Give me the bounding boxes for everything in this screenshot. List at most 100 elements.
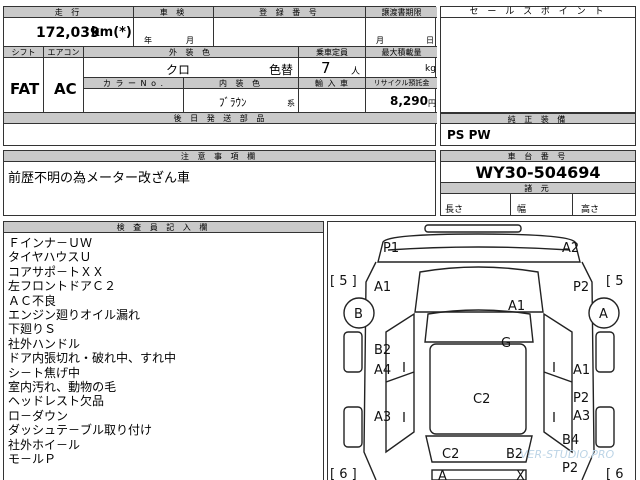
inspection-cell: 年 月 xyxy=(134,18,214,47)
import-cell xyxy=(299,89,366,113)
sales-point-header: セ ー ル ス ポ イ ン ト xyxy=(441,7,635,18)
exterior-color-value: クロ xyxy=(166,63,191,77)
car-diagram: P1 A2 A1 P2 A1 G B2 A1 A4 C2 P2 A3 A3 B4… xyxy=(330,224,623,480)
registration-header: 登 録 番 号 xyxy=(214,7,366,18)
transfer-day: 日 xyxy=(426,36,434,45)
mileage-unit: km(*) xyxy=(91,25,132,40)
inspector-line: ロ－ダウン xyxy=(8,408,69,423)
dims-width: 幅 xyxy=(517,205,527,215)
registration-cell xyxy=(214,18,366,47)
inspector-line: コアサポ－トＸＸ xyxy=(8,264,105,279)
recycle-value: 8,290 xyxy=(390,94,428,108)
diagram-mark: A3 xyxy=(573,409,590,424)
watermark: VER-STUDIO.PRO xyxy=(520,448,615,461)
inspection-header: 車 検 xyxy=(134,7,214,18)
later-parts-header: 後 日 発 送 部 品 xyxy=(4,113,437,124)
dims-height: 高さ xyxy=(581,205,600,215)
recycle-cell: 8,290 円 xyxy=(366,89,437,113)
diagram-mark: P2 xyxy=(573,391,589,406)
shift-value: FAT xyxy=(10,80,40,98)
diagram-mark: B4 xyxy=(562,433,579,448)
inspector-line: シ－ト焦げ中 xyxy=(8,365,81,380)
diagram-mark: A3 xyxy=(374,410,391,425)
diagram-mark: A1 xyxy=(573,363,590,378)
aircon-value: AC xyxy=(54,80,77,98)
inspector-line: エンジン廻りオイル漏れ xyxy=(8,308,141,323)
import-header: 輸 入 車 xyxy=(299,78,366,89)
bracket-bottom-right: [ 6 xyxy=(606,467,623,480)
diagram-mark: B2 xyxy=(374,343,391,358)
bracket-bottom-left: [ 6 ] xyxy=(330,467,357,480)
diagram-mark: A1 xyxy=(374,280,391,295)
shift-header: シフト xyxy=(4,47,44,58)
inspector-line: 社外ホイ－ル xyxy=(8,437,81,452)
notes-header: 注 意 事 項 欄 xyxy=(4,151,435,162)
inspector-line: 室内汚れ、動物の毛 xyxy=(8,380,117,395)
diagram-mark: C2 xyxy=(442,447,459,462)
diagram-mark: A4 xyxy=(374,363,391,378)
max-load-header: 最大積載量 xyxy=(366,47,437,58)
inspector-box: 検 査 員 記 入 欄 Ｆインナ－ＵＷ タイヤハウスＵ コアサポ－トＸＸ 左フロ… xyxy=(3,221,324,480)
diagram-mark: A2 xyxy=(562,241,579,256)
diagram-mark: A1 xyxy=(508,299,525,314)
diagram-mark: A xyxy=(438,469,447,480)
dims-length-cell: 長さ xyxy=(441,194,511,215)
inspection-month: 月 xyxy=(186,36,194,45)
recycle-header: リサイクル預託金 xyxy=(366,78,437,89)
interior-color-unit: 系 xyxy=(287,99,295,108)
bracket-top-right: [ 5 xyxy=(606,274,623,289)
right-wheel-label: A xyxy=(599,307,608,322)
transfer-header: 譲渡書期限 xyxy=(366,7,437,18)
shift-cell: FAT xyxy=(4,58,44,113)
diagram-mark: G xyxy=(501,336,511,351)
interior-color-header: 内 装 色 xyxy=(184,78,299,89)
capacity-value: 7 xyxy=(321,59,331,77)
max-load-cell: kg xyxy=(366,58,437,78)
inspector-header: 検 査 員 記 入 欄 xyxy=(4,222,323,233)
color-change-label: 色替 xyxy=(269,63,294,77)
dims-width-cell: 幅 xyxy=(511,194,573,215)
inspector-line: 下廻りＳ xyxy=(8,322,57,337)
left-wheel-label: B xyxy=(354,307,363,322)
transfer-cell: 月 日 xyxy=(366,18,437,47)
inspection-year: 年 xyxy=(144,36,152,45)
inspector-line: ヘッドレスト欠品 xyxy=(8,394,105,409)
aircon-cell: AC xyxy=(44,58,84,113)
color-no-header: カ ラ ー N o . xyxy=(84,78,184,89)
chassis-value: WY30-504694 xyxy=(441,162,635,183)
chassis-box: 車 台 番 号 WY30-504694 諸 元 長さ 幅 高さ xyxy=(440,150,636,216)
transfer-month: 月 xyxy=(376,36,384,45)
exterior-color-header: 外 装 色 xyxy=(84,47,299,58)
capacity-unit: 人 xyxy=(351,67,361,77)
mileage-header: 走 行 xyxy=(4,7,134,18)
diagram-mark: P2 xyxy=(573,280,589,295)
equipment-box: 純 正 装 備 PS PW xyxy=(440,113,636,146)
color-no-cell xyxy=(84,89,184,113)
dims-header: 諸 元 xyxy=(441,183,635,194)
bracket-top-left: [ 5 ] xyxy=(330,274,357,289)
inspector-line: ＡＣ不良 xyxy=(8,293,57,308)
diagram-mark: C2 xyxy=(473,392,490,407)
diagram-mark: X xyxy=(516,469,525,480)
capacity-cell: 7 人 xyxy=(299,58,366,78)
inspector-line: 左フロントドアＣ２ xyxy=(8,279,117,294)
exterior-color-cell: クロ 色替 xyxy=(84,58,299,78)
sales-point-box: セ ー ル ス ポ イ ン ト xyxy=(440,6,636,113)
diagram-mark: P1 xyxy=(383,241,399,256)
inspector-line: タイヤハウスＵ xyxy=(8,250,92,265)
inspector-line: ダッシュテ－ブル取り付け xyxy=(8,423,153,438)
equipment-header: 純 正 装 備 xyxy=(441,113,635,124)
inspector-line: 社外ハンドル xyxy=(8,336,81,351)
dims-length: 長さ xyxy=(445,205,464,215)
car-diagram-box: P1 A2 A1 P2 A1 G B2 A1 A4 C2 P2 A3 A3 B4… xyxy=(327,221,636,480)
inspector-line: Ｆインナ－ＵＷ xyxy=(8,236,93,250)
inspector-line: モ－ルＰ xyxy=(8,452,57,467)
diagram-mark: P2 xyxy=(562,461,578,476)
notes-value: 前歴不明の為メーター改ざん車 xyxy=(8,171,191,186)
interior-color-cell: ﾌﾞﾗｳﾝ 系 xyxy=(184,89,299,113)
inspector-lines: Ｆインナ－ＵＷ タイヤハウスＵ コアサポ－トＸＸ 左フロントドアＣ２ ＡＣ不良 … xyxy=(8,236,323,467)
aircon-header: エアコン xyxy=(44,47,84,58)
interior-color-value: ﾌﾞﾗｳﾝ xyxy=(219,96,247,109)
notes-box: 注 意 事 項 欄 前歴不明の為メーター改ざん車 xyxy=(3,150,436,216)
max-load-unit: kg xyxy=(425,64,436,74)
